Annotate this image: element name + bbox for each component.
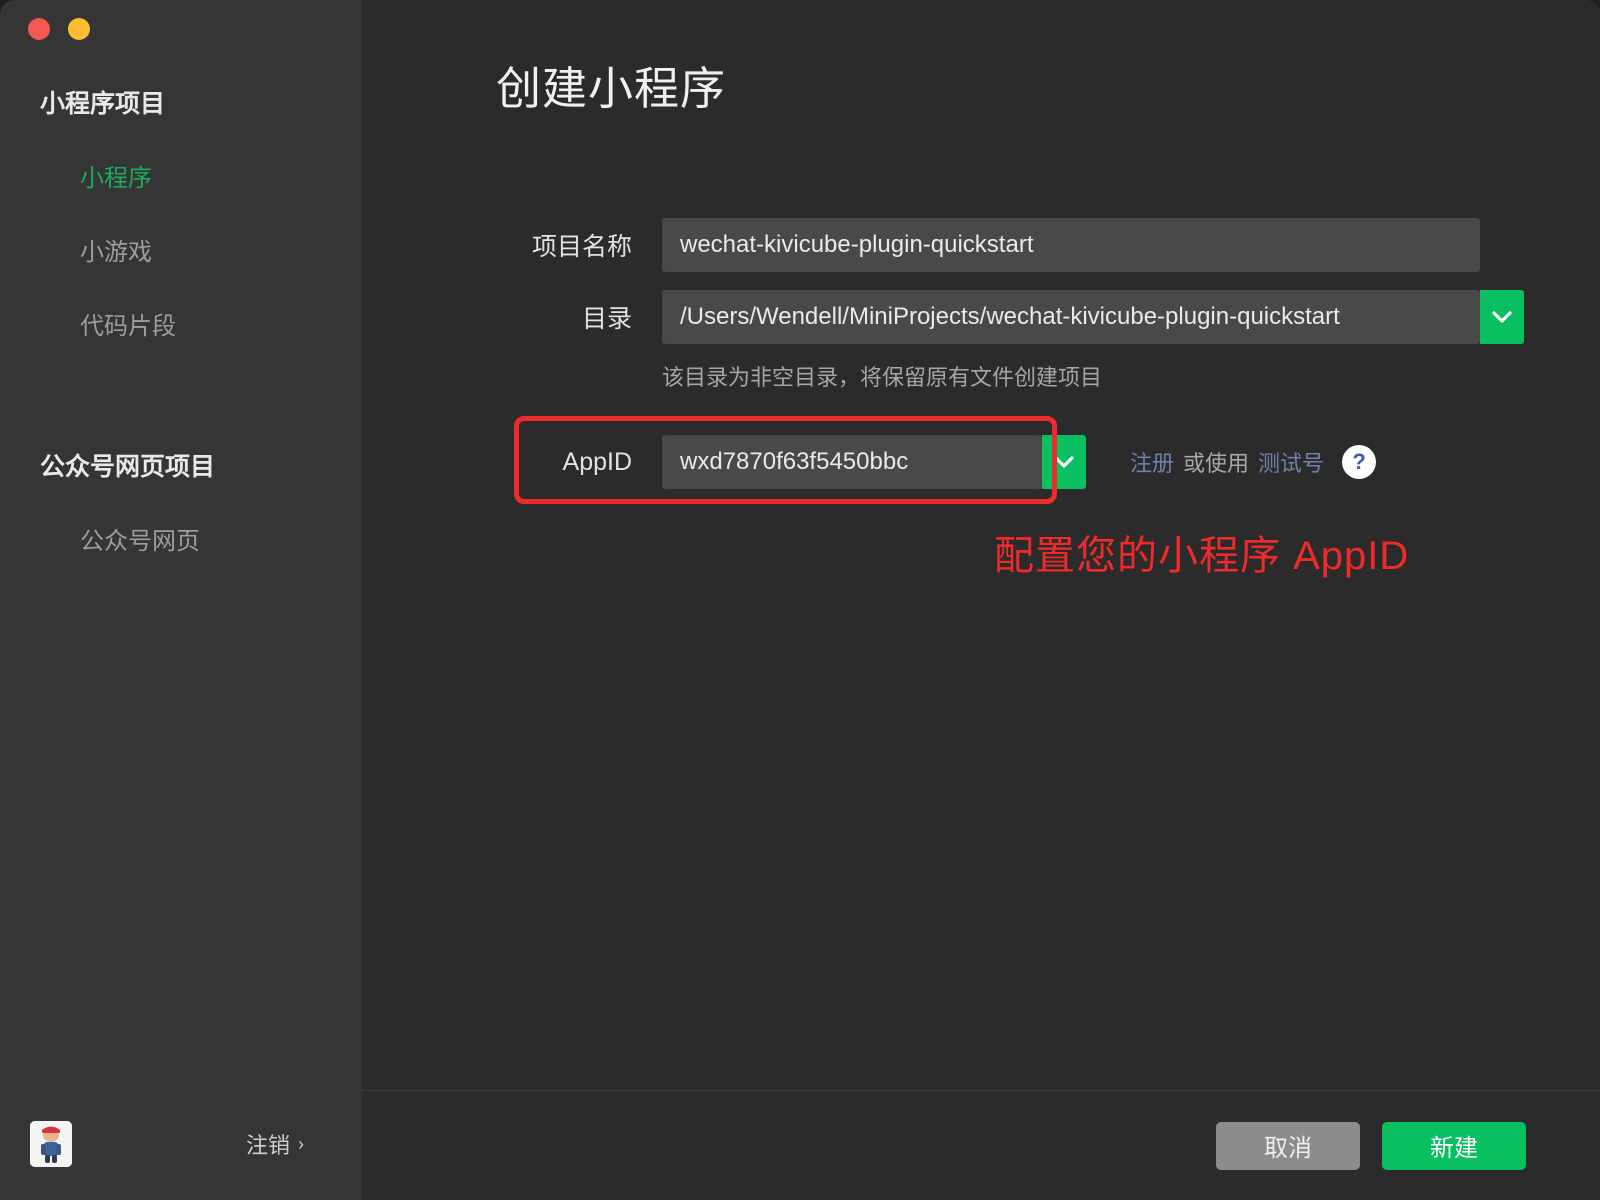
directory-hint: 该目录为非空目录，将保留原有文件创建项目 [662, 360, 1600, 392]
form-row-appid: AppID 注册 或使用 测试号 ? [362, 416, 1600, 508]
logout-label: 注销 [246, 1128, 290, 1160]
sidebar-group-title-official-account: 公众号网页项目 [0, 455, 362, 480]
sidebar-group-title-miniprogram: 小程序项目 [0, 92, 362, 117]
appid-links: 注册 或使用 测试号 ? [1130, 445, 1376, 479]
create-miniprogram-form: 项目名称 目录 该目录为非空目录，将保留原有文件创建项目 [362, 218, 1600, 578]
chevron-down-icon [1491, 310, 1513, 324]
directory-field[interactable] [662, 290, 1480, 344]
cancel-button[interactable]: 取消 [1216, 1122, 1360, 1170]
sidebar-nav: 小程序项目 小程序 小游戏 代码片段 公众号网页项目 公众号网页 [0, 74, 362, 554]
sidebar-item-code-snippet[interactable]: 代码片段 [0, 315, 362, 339]
appid-dropdown-button[interactable] [1042, 435, 1086, 489]
appid-label: AppID [362, 448, 662, 477]
appid-field[interactable] [662, 435, 1042, 489]
test-appid-link[interactable]: 测试号 [1258, 446, 1324, 478]
appid-input[interactable] [662, 435, 1042, 489]
directory-label: 目录 [362, 299, 662, 335]
project-name-label: 项目名称 [362, 227, 662, 263]
sidebar: 小程序项目 小程序 小游戏 代码片段 公众号网页项目 公众号网页 [0, 0, 362, 1200]
dialog-footer: 取消 新建 [362, 1090, 1600, 1200]
chevron-down-icon [1053, 455, 1075, 469]
close-window-icon[interactable] [28, 18, 50, 40]
logout-button[interactable]: 注销 › [246, 1128, 332, 1160]
project-name-field[interactable] [662, 218, 1480, 272]
project-name-input[interactable] [662, 218, 1480, 272]
chevron-right-icon: › [298, 1135, 304, 1153]
sidebar-item-minigame[interactable]: 小游戏 [0, 241, 362, 265]
annotation-text: 配置您的小程序 AppID [994, 534, 1600, 578]
form-row-project-name: 项目名称 [362, 218, 1600, 272]
sidebar-item-official-account-page[interactable]: 公众号网页 [0, 530, 362, 554]
page-title: 创建小程序 [496, 62, 726, 116]
main-content: 创建小程序 项目名称 目录 [362, 0, 1600, 1200]
window-traffic-lights [28, 18, 90, 40]
help-icon[interactable]: ? [1342, 445, 1376, 479]
directory-dropdown-button[interactable] [1480, 290, 1524, 344]
sidebar-item-miniprogram[interactable]: 小程序 [0, 167, 362, 191]
minimize-window-icon[interactable] [68, 18, 90, 40]
directory-input[interactable] [662, 290, 1480, 344]
register-link[interactable]: 注册 [1130, 446, 1174, 478]
form-row-directory: 目录 [362, 290, 1600, 344]
or-use-text: 或使用 [1183, 446, 1249, 478]
create-button[interactable]: 新建 [1382, 1122, 1526, 1170]
sidebar-footer: 注销 › [0, 1088, 362, 1200]
avatar[interactable] [30, 1121, 72, 1167]
app-window: 小程序项目 小程序 小游戏 代码片段 公众号网页项目 公众号网页 [0, 0, 1600, 1200]
